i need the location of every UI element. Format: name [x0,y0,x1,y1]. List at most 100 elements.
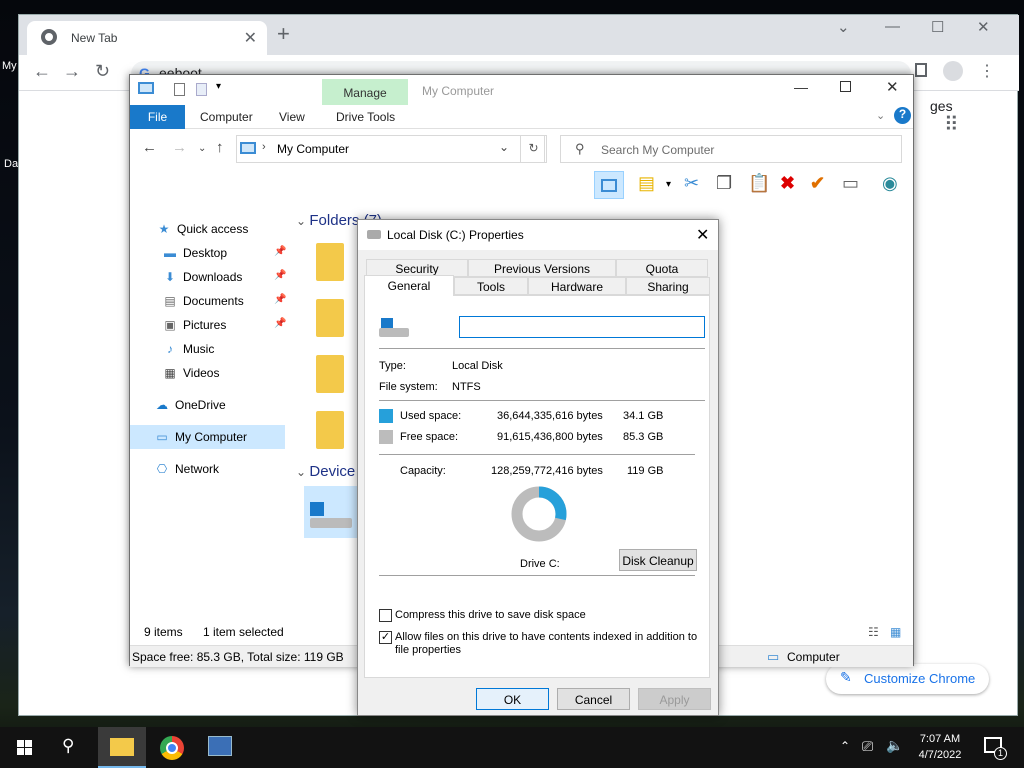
new-tab-button[interactable]: + [277,21,290,47]
network-computer-icon[interactable] [208,736,232,756]
chrome-menu-icon[interactable]: ⋮ [979,61,995,81]
search-box[interactable]: ⚲ Search My Computer [560,135,902,163]
profile-avatar[interactable] [943,61,963,81]
volume-icon[interactable]: 🔈 [886,737,903,754]
type-label: Type: [379,360,406,372]
nav-item-videos[interactable]: ▦ Videos [162,366,219,380]
compress-checkbox[interactable] [379,609,392,622]
chrome-icon[interactable] [160,736,184,760]
index-label-line1: Allow files on this drive to have conten… [395,631,698,643]
properties-quick-icon[interactable] [174,83,185,96]
maximize-button[interactable]: ☐ [931,18,944,36]
tab-search-icon[interactable]: ⌄ [837,18,850,36]
new-item-icon[interactable]: ▤ [638,173,655,194]
item-count: 9 items [144,625,183,639]
dialog-close-button[interactable]: ✕ [696,225,709,245]
tab-general[interactable]: General [364,275,454,296]
drive-name-input[interactable] [459,316,705,338]
taskbar-explorer-button[interactable] [98,727,146,768]
quick-access-dropdown-icon[interactable]: ▾ [216,81,221,92]
recent-locations-icon[interactable]: ⌄ [198,143,206,154]
minimize-button[interactable]: — [885,18,900,35]
nav-item-quick-access[interactable]: ★ Quick access [156,222,249,236]
tab-previous-versions[interactable]: Previous Versions [468,259,616,277]
collapse-icon: ⌄ [296,465,310,479]
clock-date[interactable]: 4/7/2022 [908,749,972,761]
tab-tools[interactable]: Tools [454,277,528,295]
reload-icon[interactable]: ↻ [95,61,110,82]
new-folder-quick-icon[interactable] [196,83,207,96]
nav-item-my-computer[interactable]: ▭ My Computer [154,430,247,444]
used-space-gb: 34.1 GB [623,410,664,422]
devices-group-header[interactable]: ⌄ Device [296,463,355,480]
tab-drive-tools[interactable]: Drive Tools [336,110,395,124]
ok-button[interactable]: OK [476,688,549,710]
notification-count: 1 [994,747,1007,760]
pencil-icon: ✎ [840,669,852,685]
forward-icon[interactable]: → [63,61,81,82]
back-icon[interactable]: ← [142,139,157,156]
refresh-button[interactable]: ↻ [520,135,547,163]
index-checkbox[interactable]: ✓ [379,631,392,644]
forward-icon[interactable]: → [172,139,187,156]
checkmark-icon[interactable]: ✔ [810,173,825,194]
folder-icon[interactable] [316,411,344,449]
address-bar[interactable]: › My Computer ⌄ [236,135,545,163]
large-icons-view-icon[interactable]: ▦ [890,625,901,639]
nav-item-music[interactable]: ♪ Music [162,342,214,356]
search-icon[interactable]: ⚲ [62,736,74,756]
cut-icon[interactable]: ✂ [684,173,699,194]
tab-sharing[interactable]: Sharing [626,277,710,295]
customize-chrome-button[interactable]: ✎ Customize Chrome [826,664,989,694]
nav-item-pictures[interactable]: ▣ Pictures 📌 [162,318,286,332]
details-view-icon[interactable]: ☷ [868,625,879,639]
help-icon[interactable]: ? [894,107,911,124]
folder-icon[interactable] [316,299,344,337]
divider [379,454,695,455]
back-icon[interactable]: ← [33,61,51,82]
ribbon-expand-icon[interactable]: ⌄ [876,109,885,122]
side-panel-icon[interactable] [915,63,927,77]
tab-hardware[interactable]: Hardware [528,277,626,295]
nav-item-network[interactable]: ⎔ Network [154,462,219,476]
network-icon[interactable]: ⎚ [862,738,873,755]
tab-computer[interactable]: Computer [200,110,253,124]
globe-icon[interactable]: ◉ [882,173,898,194]
local-disk-item[interactable] [304,486,358,538]
preview-pane-button[interactable] [594,171,624,199]
address-dropdown-icon[interactable]: ⌄ [499,140,509,154]
folder-icon[interactable] [316,355,344,393]
manage-contextual-tab[interactable]: Manage [322,79,408,105]
capacity-label: Capacity: [400,465,446,477]
nav-item-desktop[interactable]: ▬ Desktop 📌 [162,246,286,260]
delete-icon[interactable]: ✖ [780,173,795,194]
google-apps-icon[interactable]: ⠿ [944,112,959,137]
paste-icon[interactable]: 📋 [748,173,770,194]
drive-letter-label: Drive C: [520,558,560,570]
rename-icon[interactable]: ▭ [842,173,859,194]
show-hidden-icons[interactable]: ⌃ [840,739,850,753]
close-window-button[interactable]: ✕ [886,78,899,96]
folder-icon[interactable] [316,243,344,281]
tab-quota[interactable]: Quota [616,259,708,277]
minimize-button[interactable]: — [794,79,808,95]
chrome-tab[interactable]: New Tab ✕ [27,21,267,55]
disk-cleanup-button[interactable]: Disk Cleanup [619,549,697,571]
file-tab[interactable]: File [130,105,185,129]
maximize-button[interactable] [840,81,851,92]
cancel-button[interactable]: Cancel [557,688,630,710]
up-icon[interactable]: ↑ [216,139,224,156]
close-window-button[interactable]: ✕ [977,18,990,36]
close-tab-icon[interactable]: ✕ [244,28,257,48]
copy-icon[interactable]: ❐ [716,173,732,194]
nav-item-onedrive[interactable]: ☁ OneDrive [154,398,226,412]
clock-time[interactable]: 7:07 AM [908,733,972,745]
windows-start-icon[interactable] [17,740,33,756]
nav-item-documents[interactable]: ▤ Documents 📌 [162,294,286,308]
apply-button[interactable]: Apply [638,688,711,710]
tab-view[interactable]: View [279,110,305,124]
new-item-dropdown-icon[interactable]: ▾ [666,179,671,190]
divider [379,575,695,576]
nav-item-downloads[interactable]: ⬇ Downloads 📌 [162,270,286,284]
nav-label: Quick access [177,222,249,236]
